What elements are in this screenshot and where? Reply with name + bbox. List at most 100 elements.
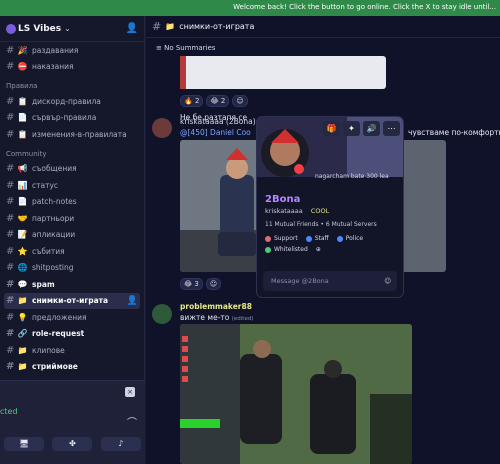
- hash-icon: #: [6, 262, 15, 274]
- reaction-laugh[interactable]: 😂 2: [206, 95, 230, 107]
- sidebar-channel[interactable]: # ⭐ събития: [0, 243, 144, 260]
- channel-emoji-icon: 🌐: [17, 263, 28, 273]
- sidebar-channel-label: статус: [32, 180, 59, 190]
- sidebar-channel[interactable]: # 🌐 shitposting: [0, 260, 144, 277]
- game-screenshot[interactable]: [180, 324, 412, 464]
- mutual-info[interactable]: 11 Mutual Friends • 6 Mutual Servers: [265, 221, 377, 228]
- add-role-icon[interactable]: ⊕: [316, 246, 321, 253]
- channel-emoji-icon: 💬: [17, 279, 28, 289]
- sidebar-channel[interactable]: # 📊 статус: [0, 177, 144, 194]
- sidebar-channel-label: партньори: [32, 213, 75, 223]
- sidebar-channel[interactable]: # 📋 дискорд-правила: [0, 93, 144, 110]
- hash-icon: #: [6, 128, 15, 140]
- sidebar-channel-label: предложения: [32, 312, 87, 322]
- image-attachment[interactable]: [180, 56, 386, 89]
- signal-icon[interactable]: ⌒: [127, 414, 137, 429]
- hash-icon: #: [6, 112, 15, 124]
- sidebar-channel[interactable]: # 🔗 role-request: [0, 326, 144, 343]
- game-icon[interactable]: ✦: [343, 121, 360, 136]
- sidebar-channel[interactable]: # 🤝 партньори: [0, 210, 144, 227]
- channel-emoji-icon: 📁: [17, 362, 28, 372]
- soundboard-button[interactable]: ♪: [100, 437, 141, 451]
- channel-title: снимки-от-играта: [179, 22, 255, 31]
- sidebar-channel-label: стриймове: [32, 362, 78, 372]
- add-reaction-icon[interactable]: ☺: [232, 95, 248, 107]
- hash-icon: #: [6, 344, 15, 356]
- sidebar-channel-label: снимки-от-играта: [32, 296, 109, 306]
- hash-icon: #: [6, 311, 15, 323]
- channel-emoji-icon: ⛔: [17, 62, 28, 72]
- profile-banner: 🎁 ✦ 🔊 ⋯: [257, 117, 403, 177]
- channel-header: # 📁 снимки-от-играта: [146, 16, 500, 38]
- sidebar-channel-label: role-request: [32, 329, 85, 339]
- notification-bar: Welcome back! Click the button to go onl…: [0, 0, 500, 16]
- sidebar-channel[interactable]: # 💬 spam: [0, 276, 144, 293]
- sidebar-channel[interactable]: # 📁 снимки-от-играта 👤: [4, 292, 140, 309]
- category-community[interactable]: Community: [0, 147, 144, 161]
- sidebar-channel[interactable]: # 📁 стриймове: [0, 359, 144, 376]
- reply-mention[interactable]: @[450] Daniel Coo: [180, 128, 251, 137]
- channel-emoji-icon: 📝: [17, 230, 28, 240]
- sidebar-channel-label: раздавания: [32, 45, 79, 55]
- sidebar-channel[interactable]: # 📁 клипове: [0, 342, 144, 359]
- message-user-input[interactable]: Message @2Bona ☺: [263, 271, 397, 291]
- activities-button[interactable]: ✤: [52, 437, 93, 451]
- category-rules[interactable]: Правила: [0, 79, 144, 93]
- channel-emoji-icon: ⭐: [17, 246, 28, 256]
- hash-icon: #: [6, 44, 15, 56]
- message-author[interactable]: problemmaker88: [180, 302, 252, 311]
- channel-emoji-icon: 🎉: [17, 45, 28, 55]
- emoji-icon[interactable]: ☺: [384, 271, 391, 291]
- role-staff: Staff: [305, 235, 329, 242]
- sidebar-channel[interactable]: # 📋 изменения-в-правилата: [0, 126, 144, 143]
- summaries-icon: ≡: [156, 44, 165, 52]
- sidebar-channel-label: клипове: [32, 345, 65, 355]
- more-options-icon[interactable]: ⋯: [383, 121, 400, 136]
- screen-share-button[interactable]: 🖥: [4, 437, 45, 451]
- gift-icon[interactable]: 🎁: [323, 121, 340, 136]
- notification-text: Welcome back! Click the button to go onl…: [233, 3, 496, 11]
- avatar[interactable]: [152, 304, 172, 324]
- voice-icon[interactable]: 🔊: [363, 121, 380, 136]
- sidebar-channel-label: апликации: [32, 230, 76, 240]
- summaries-button[interactable]: ≡ No Summaries: [156, 44, 215, 52]
- server-header[interactable]: LS Vibes ⌄ 👤: [0, 16, 144, 42]
- hash-icon: #: [6, 229, 15, 241]
- sidebar-channel[interactable]: # 📢 съобщения: [0, 161, 144, 178]
- invite-icon[interactable]: 👤: [127, 296, 138, 306]
- sidebar-channel[interactable]: # ⛔ наказания: [0, 59, 144, 76]
- chevron-down-icon: ⌄: [64, 24, 71, 33]
- reaction-bar: 🔥 2 😂 2 ☺: [180, 95, 248, 107]
- add-member-icon[interactable]: 👤: [126, 23, 138, 34]
- reaction-laugh[interactable]: 😂 3: [180, 278, 203, 290]
- sidebar-channel-label: patch-notes: [32, 197, 77, 207]
- sidebar-channel[interactable]: # 📝 апликации: [0, 227, 144, 244]
- channel-emoji-icon: 📋: [17, 129, 28, 139]
- voice-panel: × cted ⌒ 🖥 ✤ ♪: [0, 380, 145, 464]
- channel-emoji-icon: 📊: [17, 180, 28, 190]
- user-profile-popup: 🎁 ✦ 🔊 ⋯ nagarcham bate 300 lea 2Bona kri…: [256, 116, 404, 298]
- sidebar-channel[interactable]: # 📄 сървър-правила: [0, 110, 144, 127]
- hash-icon: #: [6, 95, 15, 107]
- channel-emoji-icon: 📋: [17, 96, 28, 106]
- hash-icon: #: [6, 179, 15, 191]
- reaction-fire[interactable]: 🔥 2: [180, 95, 204, 107]
- voice-status: cted: [0, 407, 18, 416]
- hash-icon: #: [6, 196, 15, 208]
- close-icon[interactable]: ×: [125, 387, 135, 397]
- sidebar-channel[interactable]: # 📄 patch-notes: [0, 194, 144, 211]
- channel-emoji-icon: 📢: [17, 164, 28, 174]
- tag-badge: COOL: [310, 207, 330, 215]
- hash-icon: #: [6, 328, 15, 340]
- sidebar-channel[interactable]: # 🎉 раздавания: [0, 42, 144, 59]
- server-icon: [6, 23, 16, 34]
- hash-icon: #: [152, 20, 162, 33]
- role-police: Police: [336, 235, 363, 242]
- avatar[interactable]: [152, 118, 172, 138]
- add-reaction-icon[interactable]: ☺: [205, 278, 222, 290]
- channel-emoji-icon: 📄: [17, 197, 28, 207]
- sidebar-channel[interactable]: # 💡 предложения: [0, 309, 144, 326]
- channel-emoji-icon: 📄: [17, 113, 28, 123]
- reaction-bar: 😂 3 ☺: [180, 278, 222, 290]
- message-author[interactable]: kriskataaaa (2Bona): [180, 117, 256, 126]
